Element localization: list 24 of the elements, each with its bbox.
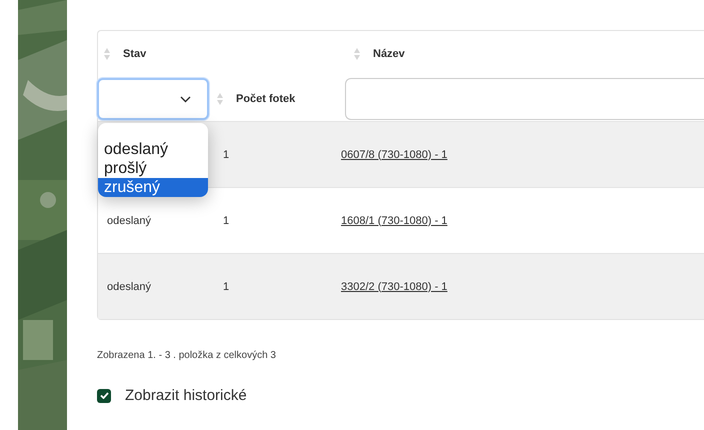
checkbox[interactable]: [97, 388, 111, 402]
status-select[interactable]: [97, 78, 209, 120]
name-link[interactable]: 3302/2 (730-1080) - 1: [341, 280, 448, 292]
table-cell: 1: [223, 148, 230, 160]
pagination-text: Zobrazena 1. - 3 . položka z celkových 3: [97, 350, 277, 361]
table-cell: odeslaný: [107, 280, 152, 292]
sort-icon[interactable]: [104, 48, 110, 60]
sort-icon[interactable]: [354, 48, 360, 60]
name-link[interactable]: 1608/1 (730-1080) - 1: [341, 214, 448, 226]
name-filter-field[interactable]: [345, 78, 704, 120]
chevron-icon: [180, 96, 191, 102]
check-icon: [100, 392, 108, 399]
checkbox-label[interactable]: Zobrazit historické: [125, 387, 247, 404]
dropdown-option[interactable]: prošlý: [98, 159, 208, 178]
sort-icon[interactable]: [217, 93, 223, 105]
column-header[interactable]: Stav: [123, 48, 146, 60]
table-cell: 1: [223, 214, 230, 226]
column-header[interactable]: Počet fotek: [236, 93, 296, 105]
dropdown-option[interactable]: zrušený: [98, 178, 208, 197]
dropdown-option[interactable]: odeslaný: [98, 140, 208, 159]
table-cell: 1: [223, 280, 230, 292]
name-link[interactable]: 0607/8 (730-1080) - 1: [341, 148, 448, 160]
column-header[interactable]: Název: [373, 48, 405, 60]
table-cell: odeslaný: [107, 214, 152, 226]
